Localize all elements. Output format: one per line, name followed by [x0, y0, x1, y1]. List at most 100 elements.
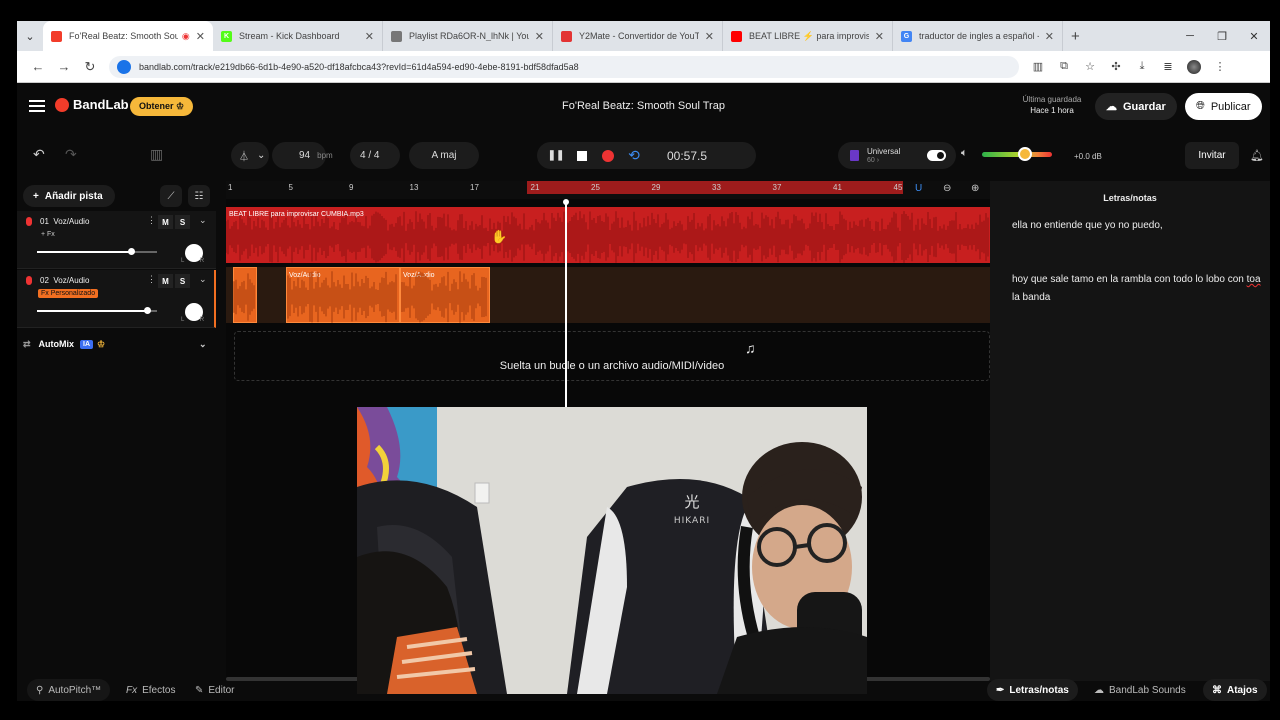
invite-button[interactable]: Invitar [1185, 142, 1239, 169]
automix-chevron-icon[interactable]: ⌄ [199, 339, 207, 350]
tab-search-chevron-icon[interactable]: ⌄ [17, 21, 43, 51]
editor-button[interactable]: ✎ Editor [186, 679, 244, 701]
browser-tab[interactable]: Fo'Real Beatz: Smooth Soul ◉ ✕ [43, 21, 213, 51]
lyrics-line[interactable]: ella no entiende que yo no puedo, [1012, 217, 1264, 235]
restore-icon[interactable]: ❐ [1206, 21, 1238, 51]
automix-row[interactable]: ⇄ AutoMix IA ♔ ⌄ [17, 331, 216, 357]
track-name[interactable]: 01 Voz/Audio [40, 217, 89, 226]
pause-icon[interactable]: ❚❚ [543, 150, 569, 161]
preset-selector[interactable]: Universal 60 › [838, 142, 956, 169]
browser-tab[interactable]: K Stream - Kick Dashboard ✕ [213, 21, 383, 51]
piano-keys-icon[interactable]: ▥ [150, 146, 163, 163]
fx-badge[interactable]: + Fx [38, 230, 58, 239]
track-2-lane[interactable]: Voz/Audio Voz/Audio [226, 267, 990, 323]
record-icon[interactable] [595, 149, 621, 162]
bpm-field[interactable]: 94 bpm [272, 142, 333, 169]
undo-icon[interactable]: ↶ [33, 146, 45, 163]
effects-button[interactable]: Fx Efectos [117, 679, 184, 701]
close-tab-icon[interactable]: ✕ [705, 30, 714, 43]
close-tab-icon[interactable]: ✕ [196, 30, 205, 43]
snap-magnet-icon[interactable]: U [915, 183, 922, 194]
menu-kebab-icon[interactable]: ⋮ [1213, 60, 1227, 73]
add-track-button[interactable]: + Añadir pista [23, 185, 115, 207]
track-1-lane[interactable]: BEAT LIBRE para improvisar CUMBIA.mp3 ✋ [226, 207, 990, 263]
extensions-icon[interactable]: ✣ [1109, 60, 1123, 73]
track-volume-fill [37, 310, 147, 312]
pan-label: L R [181, 317, 212, 323]
browser-tab[interactable]: Gtraductor de ingles a español - ... ✕ [893, 21, 1063, 51]
forward-icon[interactable]: → [51, 59, 77, 74]
speaker-icon[interactable]: 🔈︎ [961, 147, 968, 160]
loop-icon[interactable]: ⟲ [621, 147, 647, 164]
tab-favicon: G [901, 30, 912, 42]
new-tab-button[interactable]: + [1063, 28, 1088, 45]
close-tab-icon[interactable]: ✕ [875, 30, 884, 43]
close-window-icon[interactable]: ✕ [1238, 21, 1270, 51]
track-expand-chevron-icon[interactable]: ⌄ [199, 215, 207, 226]
metronome-button[interactable]: ⏃ ⌄ [231, 142, 269, 169]
playhead[interactable] [563, 199, 569, 427]
lyrics-tab-button[interactable]: ✒ Letras/notas [987, 679, 1078, 701]
lyrics-panel[interactable]: Letras/notas ella no entiende que yo no … [990, 181, 1270, 681]
track-header[interactable]: 01 Voz/Audio + Fx ⋮ M S ⌄ L R [17, 211, 216, 269]
sounds-icon: ☁ [1094, 684, 1104, 696]
bookmark-star-icon[interactable]: ☆ [1083, 60, 1097, 73]
editor-label: Editor [208, 684, 235, 696]
ruler[interactable]: 1 5 9 13 17 21 25 29 33 37 41 45 U ⊖ ⊕ [226, 181, 990, 199]
redo-icon[interactable]: ↷ [65, 146, 77, 163]
mic-icon [26, 276, 32, 285]
back-icon[interactable]: ← [25, 59, 51, 74]
browser-tab[interactable]: BEAT LIBRE ⚡ para improvisar ✕ [723, 21, 893, 51]
track-header[interactable]: 02 Voz/Audio Fx Personalizado ⋮ M S ⌄ L R [17, 270, 216, 328]
track-expand-chevron-icon[interactable]: ⌄ [199, 274, 207, 285]
drop-zone[interactable]: ♫ Suelta un bucle o un archivo audio/MID… [234, 331, 990, 381]
download-icon[interactable]: ⤓ [1135, 60, 1149, 73]
url-field[interactable]: bandlab.com/track/e219db66-6d1b-4e90-a52… [109, 55, 1019, 78]
reload-icon[interactable]: ↻ [77, 59, 103, 75]
media-control-icon[interactable]: ≣ [1161, 60, 1175, 73]
browser-tab[interactable]: Y2Mate - Convertidor de YouTu... ✕ [553, 21, 723, 51]
reader-icon[interactable]: ▥ [1031, 60, 1045, 73]
browser-tab[interactable]: Playlist RDa6OR-N_lhNk | YouT... ✕ [383, 21, 553, 51]
profile-avatar[interactable] [1187, 59, 1201, 74]
zoom-in-icon[interactable]: ⊕ [971, 183, 979, 194]
drop-hint: Suelta un bucle o un archivo audio/MIDI/… [499, 360, 725, 372]
tuner-icon[interactable]: ⟋ [160, 185, 182, 207]
close-tab-icon[interactable]: ✕ [1045, 30, 1054, 43]
lyrics-tab-label: Letras/notas [1009, 684, 1069, 696]
tab-title: Stream - Kick Dashboard [239, 31, 340, 41]
close-tab-icon[interactable]: ✕ [365, 30, 374, 43]
tab-title: BEAT LIBRE ⚡ para improvisar [749, 30, 869, 41]
autopitch-button[interactable]: ⚲ AutoPitch™ [27, 679, 111, 701]
preset-toggle[interactable] [927, 150, 946, 161]
master-volume-slider[interactable] [982, 152, 1052, 157]
close-tab-icon[interactable]: ✕ [535, 30, 544, 43]
time-signature-field[interactable]: 4 / 4 [350, 142, 400, 169]
solo-button[interactable]: S [175, 215, 190, 229]
ruler-tick: 5 [288, 183, 293, 192]
minimize-icon[interactable]: ─ [1174, 21, 1206, 51]
publish-button[interactable]: 🌐︎ Publicar [1185, 93, 1262, 120]
bandlab-sounds-button[interactable]: ☁ BandLab Sounds [1085, 679, 1195, 701]
notification-bell-icon[interactable]: 🔔︎ [1250, 149, 1264, 162]
shortcuts-button[interactable]: ⌘ Atajos [1203, 679, 1267, 701]
track-volume-knob[interactable] [128, 248, 135, 255]
time-display: 00:57.5 [667, 148, 708, 163]
zoom-out-icon[interactable]: ⊖ [943, 183, 951, 194]
save-button[interactable]: ☁ Guardar [1095, 93, 1177, 120]
track-options-icon[interactable]: ⋮ [147, 215, 156, 226]
fx-badge[interactable]: Fx Personalizado [38, 289, 99, 298]
lyrics-line[interactable]: hoy que sale tamo en la rambla con todo … [1012, 271, 1264, 307]
track-volume-knob[interactable] [144, 307, 151, 314]
mute-button[interactable]: M [158, 274, 173, 288]
solo-button[interactable]: S [175, 274, 190, 288]
mute-button[interactable]: M [158, 215, 173, 229]
mixer-icon[interactable]: ☷ [188, 185, 210, 207]
track-options-icon[interactable]: ⋮ [147, 274, 156, 285]
master-volume-knob[interactable] [1018, 147, 1032, 161]
cast-icon[interactable]: ⧉ [1057, 60, 1071, 73]
site-info-icon[interactable] [117, 59, 131, 74]
stop-icon[interactable] [569, 150, 595, 161]
key-field[interactable]: A maj [409, 142, 479, 169]
track-name[interactable]: 02 Voz/Audio [40, 276, 89, 285]
